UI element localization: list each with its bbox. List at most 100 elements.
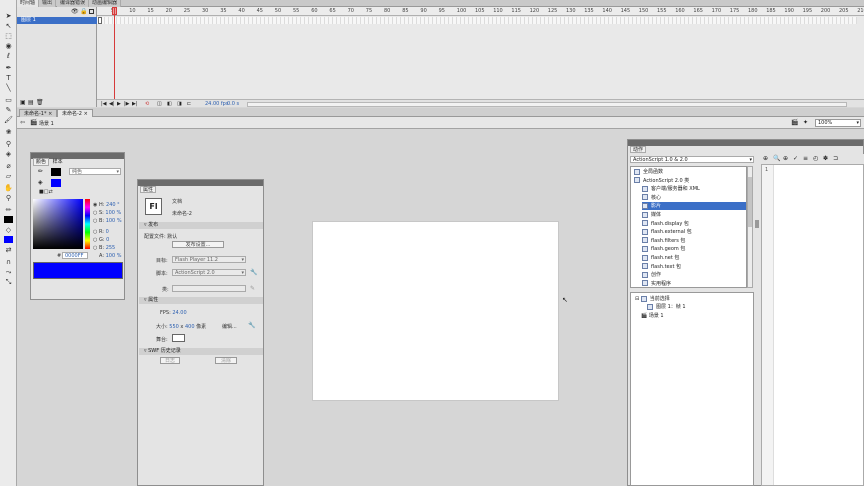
pen-tool-icon[interactable]: ✒ bbox=[3, 64, 14, 73]
tab-motion-editor[interactable]: 动画编辑器 bbox=[89, 0, 122, 7]
eraser-tool-icon[interactable]: ▱ bbox=[3, 172, 14, 181]
toolbox-item[interactable]: 全局函数 bbox=[634, 168, 746, 176]
blue-radio-icon[interactable]: ○ bbox=[93, 245, 97, 251]
straighten-icon[interactable]: ⤡ bbox=[3, 278, 14, 287]
saturation-brightness-field[interactable] bbox=[33, 199, 83, 249]
keyframe[interactable] bbox=[98, 17, 102, 24]
stroke-color-swatch[interactable] bbox=[4, 216, 13, 223]
toolbox-item[interactable]: 媒体 bbox=[642, 211, 746, 219]
actions-panel-header[interactable] bbox=[628, 140, 863, 146]
fps-readout[interactable]: 24.00 fps bbox=[205, 100, 228, 108]
actionscript-version-select[interactable]: ActionScript 1.0 & 2.0 ▾ bbox=[630, 156, 754, 163]
target-path-icon[interactable]: ⊕ bbox=[783, 155, 788, 162]
onion-markers-icon[interactable]: ⊏ bbox=[187, 100, 191, 108]
properties-panel-header[interactable] bbox=[138, 180, 263, 186]
stroke-swatch[interactable] bbox=[51, 168, 61, 176]
default-colors-icon[interactable]: ■□⇄ bbox=[39, 189, 53, 195]
toolbox-scroll-thumb[interactable] bbox=[748, 177, 752, 227]
toolbox-item[interactable]: flash.geom 包 bbox=[642, 245, 746, 253]
b-radio-icon[interactable]: ○ bbox=[93, 218, 97, 224]
pencil-icon[interactable]: ✎ bbox=[250, 285, 255, 292]
stage-canvas[interactable] bbox=[312, 221, 559, 401]
pencil-tool-icon[interactable]: ✎ bbox=[3, 106, 14, 115]
nav-item-current-selection[interactable]: ⊟ 当前选择 bbox=[635, 295, 670, 303]
height-value[interactable]: 400 bbox=[185, 324, 195, 330]
toolbox-item[interactable]: 创作 bbox=[642, 271, 746, 279]
edit-symbol-icon[interactable]: ✦ bbox=[803, 119, 808, 126]
toolbox-item[interactable]: flash.net 包 bbox=[642, 254, 746, 262]
script-select[interactable]: ActionScript 2.0 ▾ bbox=[172, 269, 246, 276]
toolbox-item[interactable]: 核心 bbox=[642, 194, 746, 202]
color-type-select[interactable]: 纯色 ▾ bbox=[69, 168, 121, 175]
tab-color[interactable]: 颜色 bbox=[33, 158, 50, 166]
find-icon[interactable]: 🔍 bbox=[773, 155, 780, 162]
next-frame-icon[interactable]: |▶ bbox=[124, 100, 130, 108]
frame-ruler[interactable]: 5101520253035404550556065707580859095100… bbox=[97, 7, 864, 16]
edit-multiple-icon[interactable]: ◨ bbox=[177, 100, 182, 108]
rectangle-tool-icon[interactable]: ▭ bbox=[3, 96, 14, 105]
splitter-handle[interactable] bbox=[755, 220, 759, 228]
scene-label[interactable]: 场景 1 bbox=[39, 120, 54, 127]
back-arrow-icon[interactable]: ⇦ bbox=[20, 119, 25, 126]
log-button[interactable]: 日志 bbox=[160, 357, 180, 364]
play-icon[interactable]: ▶ bbox=[117, 100, 121, 108]
g-radio-icon[interactable]: ○ bbox=[93, 237, 97, 243]
tab-compiler-errors[interactable]: 编译器错误 bbox=[57, 0, 90, 7]
snap-to-objects-icon[interactable]: ∩ bbox=[3, 258, 14, 267]
stage-color-swatch[interactable] bbox=[172, 334, 185, 342]
alpha-value[interactable]: 100 % bbox=[106, 253, 122, 259]
script-editor[interactable]: 1 bbox=[761, 164, 864, 486]
class-input[interactable] bbox=[172, 285, 246, 292]
zoom-tool-icon[interactable]: ⚲ bbox=[3, 194, 14, 203]
loop-icon[interactable]: ⟲ bbox=[145, 100, 149, 108]
doc-tab-1[interactable]: 未命名-1* × bbox=[19, 109, 58, 117]
delete-layer-icon[interactable]: 🗑 bbox=[36, 99, 44, 106]
edit-size-button[interactable]: 编辑... bbox=[222, 323, 237, 330]
fps-value[interactable]: 24.00 bbox=[172, 310, 186, 316]
fill-color-swatch[interactable] bbox=[4, 236, 13, 243]
doc-tab-2[interactable]: 未命名-2 × bbox=[57, 109, 93, 117]
auto-format-icon[interactable]: ≡ bbox=[803, 155, 808, 162]
tab-output[interactable]: 输出 bbox=[39, 0, 57, 7]
hex-input[interactable]: 0000FF bbox=[62, 252, 88, 259]
time-readout[interactable]: 0.0 s bbox=[227, 100, 239, 108]
toolbox-scrollbar[interactable] bbox=[747, 166, 753, 288]
prev-frame-icon[interactable]: ◀| bbox=[109, 100, 115, 108]
lock-icon[interactable]: 🔒 bbox=[80, 8, 87, 15]
code-hint-icon[interactable]: ◴ bbox=[813, 155, 818, 162]
wrench-icon[interactable]: 🔧 bbox=[250, 269, 257, 276]
nav-item-layer-frame[interactable]: 图层 1：帧 1 bbox=[647, 303, 686, 311]
new-folder-icon[interactable]: ▤ bbox=[28, 99, 34, 106]
zoom-select[interactable]: 100% ▾ bbox=[815, 119, 861, 127]
toolbox-item[interactable]: 影片 bbox=[642, 202, 746, 211]
check-syntax-icon[interactable]: ✓ bbox=[793, 155, 798, 162]
first-frame-icon[interactable]: |◀ bbox=[101, 100, 107, 108]
publish-section-header[interactable]: ▿ 发布 bbox=[139, 222, 263, 229]
new-layer-icon[interactable]: ▣ bbox=[20, 99, 26, 106]
edit-scene-icon[interactable]: 🎬 bbox=[791, 119, 798, 126]
blue-value[interactable]: 255 bbox=[106, 245, 116, 251]
properties-section-header[interactable]: ▿ 属性 bbox=[139, 297, 263, 304]
toolbox-item[interactable]: ActionScript 2.0 类 bbox=[634, 177, 746, 185]
r-value[interactable]: 0 bbox=[106, 229, 109, 235]
brush-tool-icon[interactable]: 🖌 bbox=[3, 116, 14, 125]
toolbox-item[interactable]: flash.filters 包 bbox=[642, 237, 746, 245]
stroke-pencil-icon[interactable]: ✏ bbox=[38, 168, 43, 175]
lasso-tool-icon[interactable]: ℓ bbox=[3, 52, 14, 61]
toolbox-item[interactable]: flash.text 包 bbox=[642, 263, 746, 271]
target-select[interactable]: Flash Player 11.2 ▾ bbox=[172, 256, 246, 263]
eye-icon[interactable]: 👁 bbox=[71, 8, 79, 15]
swap-colors-icon[interactable]: ⇄ bbox=[3, 246, 14, 255]
tab-timeline[interactable]: 时间轴 bbox=[17, 0, 40, 7]
nav-item-scene[interactable]: 🎬 场景 1 bbox=[641, 312, 664, 320]
width-value[interactable]: 550 bbox=[169, 324, 179, 330]
line-tool-icon[interactable]: ╲ bbox=[3, 84, 14, 93]
h-value[interactable]: 240 ° bbox=[106, 202, 120, 208]
layer-row[interactable]: 图层 1 bbox=[17, 17, 97, 24]
h-radio-icon[interactable]: ◉ bbox=[93, 202, 97, 208]
tab-swatches[interactable]: 样本 bbox=[51, 159, 65, 165]
clear-button[interactable]: 清除 bbox=[215, 357, 237, 364]
free-transform-tool-icon[interactable]: ⬚ bbox=[3, 32, 14, 41]
g-value[interactable]: 0 bbox=[106, 237, 109, 243]
b-value[interactable]: 100 % bbox=[106, 218, 122, 224]
